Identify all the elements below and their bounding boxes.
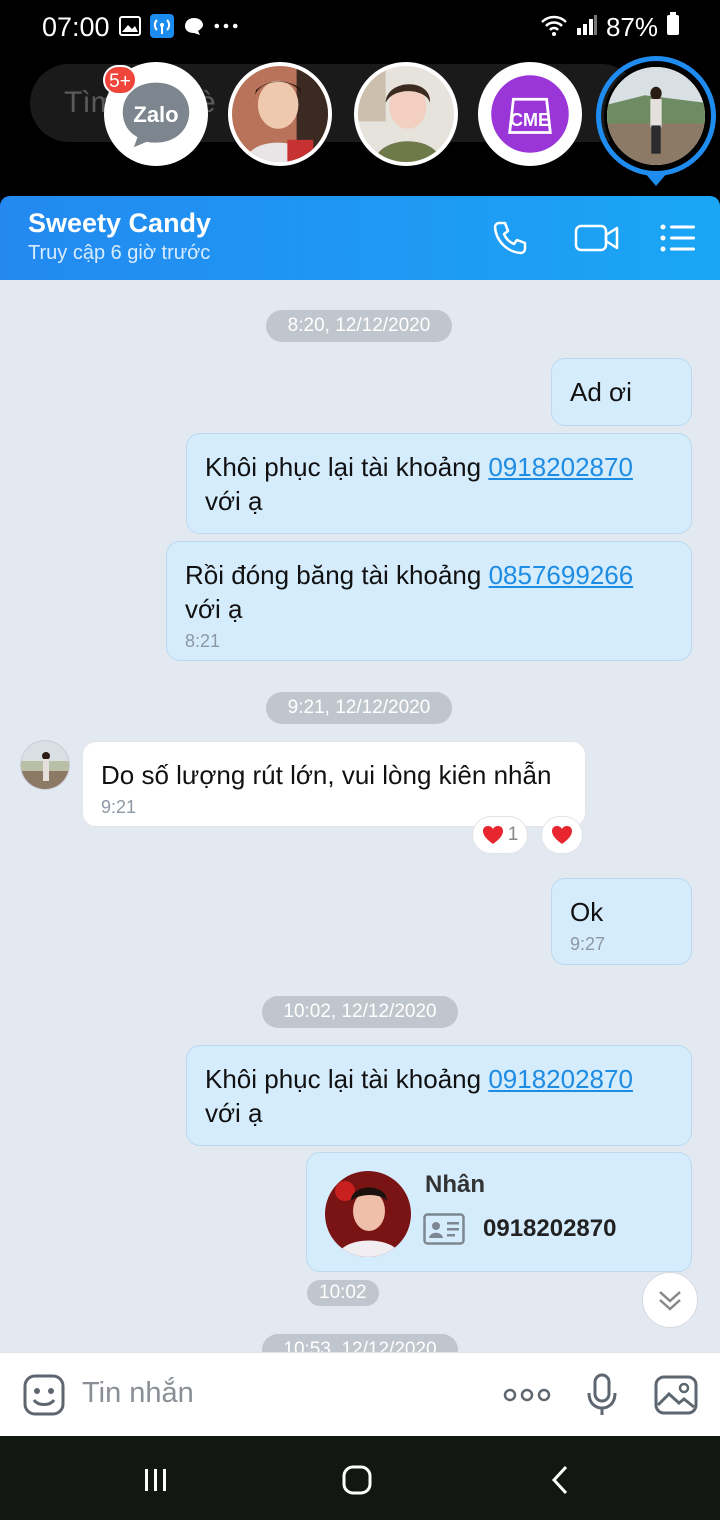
phone-link[interactable]: 0918202870 bbox=[488, 452, 633, 482]
chat-head-active-avatar[interactable] bbox=[604, 64, 708, 168]
heart-icon bbox=[482, 826, 503, 844]
hotspot-icon bbox=[150, 14, 174, 38]
gallery-button[interactable] bbox=[652, 1371, 700, 1419]
video-call-button[interactable] bbox=[572, 216, 622, 260]
system-navigation-bar bbox=[0, 1436, 720, 1520]
double-chevron-down-icon bbox=[659, 1291, 681, 1311]
avatar-photo-icon bbox=[232, 66, 328, 162]
date-separator: 10:02, 12/12/2020 bbox=[262, 996, 458, 1028]
chat-header: Sweety Candy Truy cập 6 giờ trước bbox=[0, 196, 720, 280]
avatar-photo-icon bbox=[21, 741, 69, 789]
chat-head-avatar-1[interactable] bbox=[228, 62, 332, 166]
message-list[interactable]: 8:20, 12/12/2020 Ad ơi Khôi phục lại tài… bbox=[0, 280, 720, 1352]
phone-link[interactable]: 0857699266 bbox=[489, 560, 634, 590]
incoming-message[interactable]: Do số lượng rút lớn, vui lòng kiên nhẫn … bbox=[82, 741, 586, 827]
phone-link[interactable]: 0918202870 bbox=[488, 1064, 633, 1094]
wifi-icon bbox=[540, 12, 568, 43]
scroll-to-bottom-button[interactable] bbox=[642, 1272, 698, 1328]
more-options-button[interactable] bbox=[503, 1371, 551, 1419]
chat-head-avatar-2[interactable] bbox=[354, 62, 458, 166]
message-text: với ạ bbox=[205, 1098, 263, 1128]
date-separator: 10:53, 12/12/2020 bbox=[262, 1334, 458, 1352]
chat-head-cme[interactable]: CME bbox=[478, 62, 582, 166]
recent-apps-button[interactable] bbox=[134, 1458, 178, 1502]
more-dots-icon bbox=[214, 14, 238, 38]
sender-avatar[interactable] bbox=[20, 740, 70, 790]
chat-options-button[interactable] bbox=[656, 216, 700, 260]
message-text: Khôi phục lại tài khoảng bbox=[205, 452, 482, 482]
date-separator: 8:20, 12/12/2020 bbox=[266, 310, 452, 342]
message-text: Ok bbox=[570, 897, 604, 927]
message-time: 9:27 bbox=[570, 934, 606, 954]
battery-percent: 87% bbox=[605, 12, 658, 42]
cme-label: CME bbox=[510, 110, 550, 130]
status-right: 87% bbox=[540, 12, 680, 43]
microphone-icon bbox=[587, 1373, 617, 1415]
contact-card[interactable]: Nhân 0918202870 bbox=[306, 1152, 692, 1272]
avatar-photo-icon bbox=[607, 67, 705, 165]
notification-badge: 5+ bbox=[103, 65, 137, 95]
message-input[interactable]: Tin nhắn bbox=[82, 1377, 194, 1410]
recent-apps-icon bbox=[145, 1469, 166, 1491]
message-text: với ạ bbox=[185, 594, 243, 624]
image-gallery-icon bbox=[654, 1375, 698, 1415]
react-button[interactable] bbox=[541, 816, 583, 854]
date-separator: 9:21, 12/12/2020 bbox=[266, 692, 452, 724]
outgoing-message[interactable]: Khôi phục lại tài khoảng 0918202870 với … bbox=[186, 1045, 692, 1146]
status-bar: 07:00 87% bbox=[0, 0, 720, 56]
chat-bubble-icon bbox=[182, 14, 206, 38]
avatar-photo-icon bbox=[325, 1171, 411, 1257]
outgoing-message[interactable]: Ad ơi bbox=[551, 358, 692, 426]
voice-message-button[interactable] bbox=[578, 1371, 626, 1419]
sticker-smiley-icon bbox=[23, 1374, 65, 1416]
voice-call-button[interactable] bbox=[488, 216, 532, 260]
more-dots-icon bbox=[503, 1388, 551, 1402]
message-time: 8:21 bbox=[185, 631, 221, 651]
message-text: Ad ơi bbox=[570, 377, 632, 407]
signal-icon bbox=[576, 12, 598, 43]
message-time: 9:21 bbox=[101, 797, 137, 817]
chat-heads-bar: Tìm bạn bè Zalo 5+ bbox=[0, 56, 720, 196]
contact-last-seen: Truy cập 6 giờ trước bbox=[28, 242, 211, 264]
outgoing-message[interactable]: Ok 9:27 bbox=[551, 878, 692, 965]
image-icon bbox=[118, 14, 142, 38]
emoji-button[interactable] bbox=[20, 1371, 68, 1419]
reaction-count: 1 bbox=[507, 824, 519, 845]
outgoing-message[interactable]: Rồi đóng băng tài khoảng 0857699266 với … bbox=[166, 541, 692, 661]
message-input-bar: Tin nhắn bbox=[0, 1352, 720, 1436]
status-time: 07:00 bbox=[42, 12, 110, 42]
contact-card-avatar bbox=[325, 1171, 411, 1257]
message-text: Rồi đóng băng tài khoảng bbox=[185, 560, 482, 590]
avatar-photo-icon bbox=[358, 66, 454, 162]
back-chevron-icon bbox=[551, 1465, 568, 1495]
reaction-summary[interactable]: 1 bbox=[472, 816, 528, 854]
message-time: 10:02 bbox=[307, 1280, 379, 1306]
message-text: với ạ bbox=[205, 486, 263, 516]
home-button[interactable] bbox=[335, 1458, 379, 1502]
active-chat-pointer bbox=[644, 172, 668, 186]
message-text: Khôi phục lại tài khoảng bbox=[205, 1064, 482, 1094]
back-button[interactable] bbox=[538, 1458, 582, 1502]
id-card-icon bbox=[423, 1213, 465, 1245]
video-camera-icon bbox=[574, 224, 619, 252]
contact-card-phone: 0918202870 bbox=[483, 1215, 617, 1242]
battery-icon bbox=[666, 12, 680, 43]
contact-name[interactable]: Sweety Candy bbox=[28, 208, 211, 239]
phone-icon bbox=[493, 221, 527, 255]
outgoing-message[interactable]: Khôi phục lại tài khoảng 0918202870 với … bbox=[186, 433, 692, 534]
message-text: Do số lượng rút lớn, vui lòng kiên nhẫn bbox=[101, 760, 552, 790]
list-menu-icon bbox=[660, 224, 695, 252]
status-notification-icons bbox=[118, 14, 238, 38]
zalo-label: Zalo bbox=[133, 102, 179, 127]
home-icon bbox=[342, 1465, 372, 1495]
contact-card-name: Nhân bbox=[425, 1171, 485, 1198]
heart-icon bbox=[552, 826, 572, 844]
